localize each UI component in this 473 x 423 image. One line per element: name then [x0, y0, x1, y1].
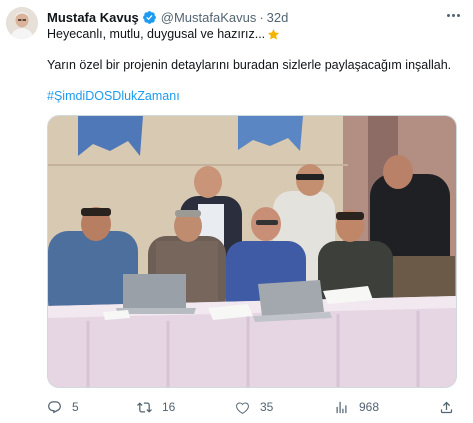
heart-icon	[236, 401, 249, 414]
separator-dot: ·	[259, 9, 264, 25]
views-button[interactable]: 968	[334, 398, 379, 416]
views-chart-icon	[336, 401, 347, 413]
reply-button[interactable]: 5	[47, 398, 79, 416]
tweet-timestamp[interactable]: 32d	[267, 10, 289, 25]
tweet-photo[interactable]	[47, 115, 457, 388]
more-options-icon[interactable]	[444, 8, 462, 22]
tweet-text-line-1: Heyecanlı, mutlu, duygusal ve hazırız...	[47, 26, 280, 42]
verified-badge-icon	[142, 10, 157, 25]
share-icon	[440, 401, 453, 413]
star-emoji-icon	[267, 28, 280, 41]
views-count: 968	[359, 400, 380, 414]
tweet-text-line-2: Yarın özel bir projenin detaylarını bura…	[47, 58, 452, 72]
tweet-action-bar: 5 16 35 968	[47, 398, 457, 416]
tweet-header: Mustafa Kavuş @MustafaKavus · 32d	[47, 8, 288, 26]
retweet-count: 16	[162, 400, 176, 414]
reply-icon	[48, 400, 61, 413]
tweet-card[interactable]: Mustafa Kavuş @MustafaKavus · 32d Heyeca…	[0, 0, 473, 423]
author-name[interactable]: Mustafa Kavuş	[47, 10, 139, 25]
author-handle[interactable]: @MustafaKavus	[161, 10, 257, 25]
reply-count: 5	[72, 400, 79, 414]
hashtag-link[interactable]: #ŞimdiDOSDlukZamanı	[47, 88, 180, 104]
like-count: 35	[260, 400, 274, 414]
like-button[interactable]: 35	[235, 398, 273, 416]
tweet-text: Heyecanlı, mutlu, duygusal ve hazırız...	[47, 27, 266, 41]
share-button[interactable]	[439, 398, 454, 416]
avatar[interactable]	[6, 7, 38, 39]
retweet-icon	[137, 401, 152, 413]
retweet-button[interactable]: 16	[137, 398, 175, 416]
